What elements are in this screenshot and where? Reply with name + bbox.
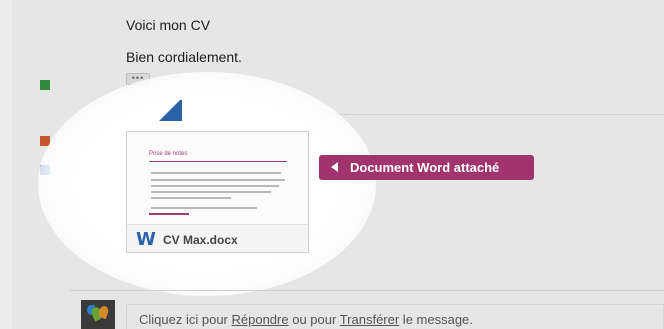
- attachment-file-name[interactable]: CV Max.docx: [163, 233, 238, 247]
- preview-line: [151, 197, 231, 199]
- preview-line: [151, 191, 271, 193]
- reply-middle: ou pour: [288, 312, 340, 327]
- callout-text: Document Word attaché: [350, 160, 500, 175]
- preview-link: [149, 213, 189, 215]
- arrow-left-icon: [331, 162, 338, 172]
- reply-prefix: Cliquez ici pour: [139, 312, 232, 327]
- preview-line: [151, 172, 281, 174]
- reply-suffix: le message.: [399, 312, 473, 327]
- reply-prompt: Cliquez ici pour Répondre ou pour Transf…: [139, 312, 473, 327]
- preview-line: [151, 185, 279, 187]
- preview-rule: [149, 161, 287, 162]
- forward-link[interactable]: Transférer: [340, 312, 399, 327]
- attachment-file-row[interactable]: W CV Max.docx: [127, 224, 308, 252]
- attachment-card[interactable]: Prise de notes W CV Max.docx: [126, 131, 309, 253]
- document-preview[interactable]: Prise de notes: [127, 132, 308, 224]
- label-green[interactable]: [40, 80, 50, 90]
- attachment-corner-fold: [158, 100, 182, 121]
- message-signoff: Bien cordialement.: [126, 49, 242, 65]
- preview-line: [151, 179, 285, 181]
- divider: [70, 290, 664, 291]
- callout-label: Document Word attaché: [319, 155, 534, 180]
- reply-link[interactable]: Répondre: [232, 312, 289, 327]
- email-view: Voici mon CV Bien cordialement. ••• Pris…: [0, 0, 664, 329]
- preview-title: Prise de notes: [149, 151, 188, 157]
- avatar: [81, 300, 115, 329]
- message-greeting: Voici mon CV: [126, 17, 211, 33]
- left-strip: [0, 0, 12, 329]
- preview-line: [151, 207, 257, 209]
- word-icon: W: [136, 229, 156, 250]
